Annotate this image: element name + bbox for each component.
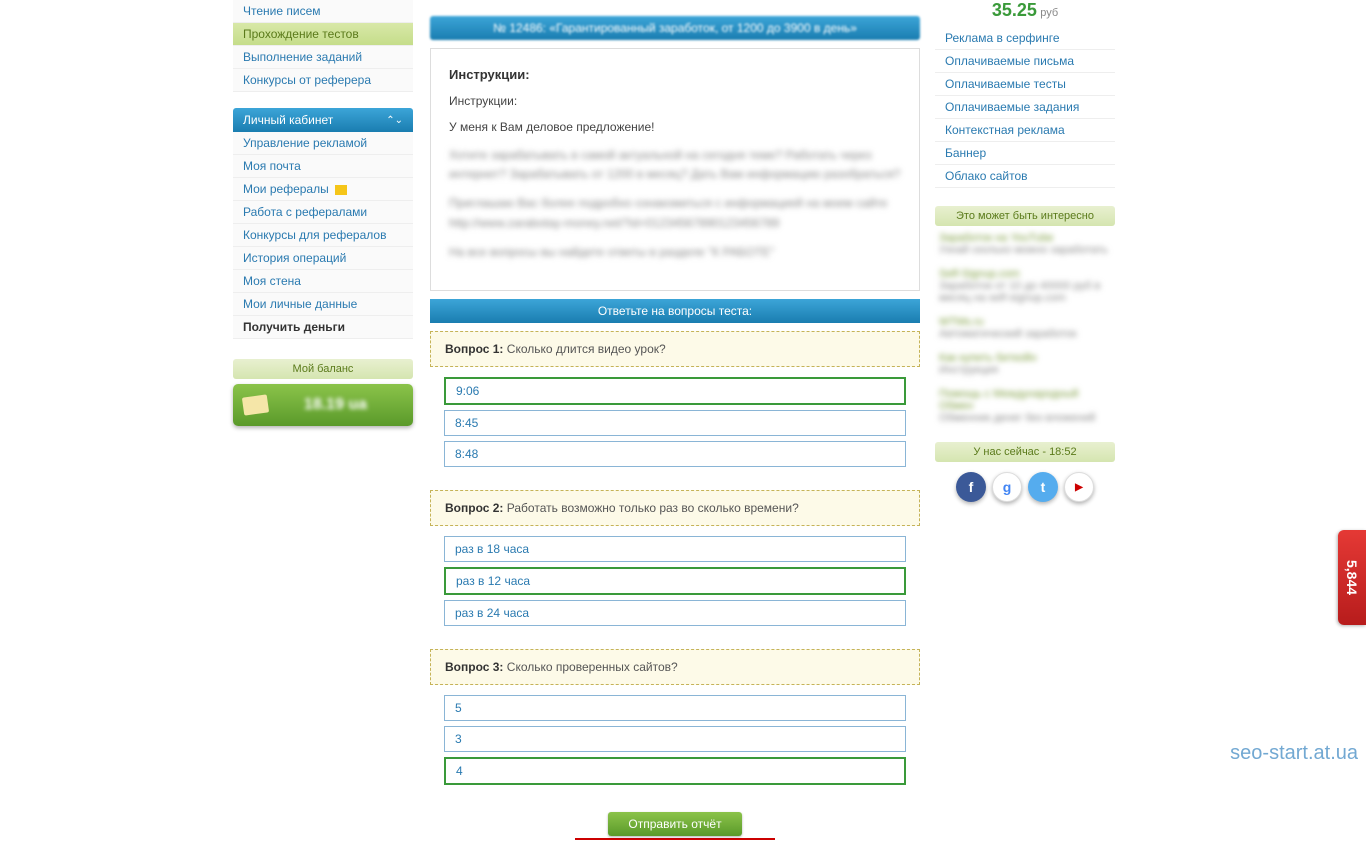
- referral-icon: [335, 185, 347, 195]
- panel-title: Личный кабинет: [243, 113, 333, 127]
- sidebar-item[interactable]: Оплачиваемые задания: [935, 96, 1115, 119]
- sidebar-item[interactable]: Прохождение тестов: [233, 23, 413, 46]
- balance-amount: 18.19 ua: [268, 396, 403, 414]
- chevron-icon: ⌃⌄: [386, 115, 403, 126]
- interest-item[interactable]: Как купить биткойнИнструкция: [935, 346, 1115, 382]
- sidebar-item[interactable]: Работа с рефералами: [233, 201, 413, 224]
- sidebar-item[interactable]: Реклама в серфинге: [935, 27, 1115, 50]
- answer-option[interactable]: раз в 24 часа: [444, 600, 906, 626]
- right-sidebar: 35.25 руб Реклама в серфингеОплачиваемые…: [935, 0, 1115, 502]
- watermark: seo-start.at.ua: [1230, 742, 1358, 765]
- google-icon[interactable]: [992, 472, 1022, 502]
- sidebar-item[interactable]: Конкурсы для рефералов: [233, 224, 413, 247]
- price-value: 35.25: [992, 0, 1037, 20]
- sidebar-item[interactable]: Выполнение заданий: [233, 46, 413, 69]
- sidebar-item[interactable]: Оплачиваемые тесты: [935, 73, 1115, 96]
- answer-option[interactable]: раз в 18 часа: [444, 536, 906, 562]
- interest-item[interactable]: Self-Signup.comЗаработок от 10 до 40000 …: [935, 262, 1115, 310]
- interest-item[interactable]: WTMs.ruАвтоматический заработок: [935, 310, 1115, 346]
- twitter-icon[interactable]: t: [1028, 472, 1058, 502]
- question-box: Вопрос 3: Сколько проверенных сайтов?: [430, 649, 920, 685]
- blurred-content: Хотите зарабатывать в самой актуальной н…: [449, 146, 901, 184]
- sidebar-item[interactable]: Моя почта: [233, 155, 413, 178]
- answers-group: 9:06 8:45 8:48: [430, 367, 920, 482]
- time-header: У нас сейчас - 18:52: [935, 442, 1115, 462]
- answer-option[interactable]: 8:48: [444, 441, 906, 467]
- answer-option[interactable]: 8:45: [444, 410, 906, 436]
- blurred-content: Приглашаю Вас более подробно ознакомитьс…: [449, 194, 901, 232]
- sidebar-item[interactable]: Чтение писем: [233, 0, 413, 23]
- answers-group: 5 3 4: [430, 685, 920, 800]
- answers-group: раз в 18 часа раз в 12 часа раз в 24 часа: [430, 526, 920, 641]
- sidebar-item[interactable]: Контекстная реклама: [935, 119, 1115, 142]
- test-questions-header: Ответьте на вопросы теста:: [430, 299, 920, 323]
- money-icon: [242, 394, 269, 415]
- answer-option[interactable]: 5: [444, 695, 906, 721]
- answer-option[interactable]: 3: [444, 726, 906, 752]
- instructions-text: У меня к Вам деловое предложение!: [449, 120, 901, 134]
- price-box: 35.25 руб: [935, 0, 1115, 27]
- main-content: № 12486: «Гарантированный заработок, от …: [430, 0, 920, 852]
- submit-button[interactable]: Отправить отчёт: [608, 812, 741, 836]
- balance-box[interactable]: 18.19 ua: [233, 384, 413, 426]
- youtube-icon[interactable]: [1064, 472, 1094, 502]
- sidebar-item[interactable]: Конкурсы от реферера: [233, 69, 413, 92]
- sidebar-item[interactable]: История операций: [233, 247, 413, 270]
- question-box: Вопрос 2: Работать возможно только раз в…: [430, 490, 920, 526]
- personal-cabinet-header[interactable]: Личный кабинет ⌃⌄: [233, 108, 413, 132]
- sidebar-item[interactable]: Мои рефералы: [233, 178, 413, 201]
- instructions-sub: Инструкции:: [449, 94, 901, 108]
- sidebar-item[interactable]: Облако сайтов: [935, 165, 1115, 188]
- counter-badge[interactable]: 5,844: [1338, 530, 1366, 625]
- answer-option[interactable]: 9:06: [444, 377, 906, 405]
- instructions-title: Инструкции:: [449, 67, 901, 82]
- red-underline: [575, 838, 775, 840]
- facebook-icon[interactable]: f: [956, 472, 986, 502]
- blurred-content: На все вопросы вы найдете ответы в разде…: [449, 243, 901, 262]
- sidebar-item[interactable]: Моя стена: [233, 270, 413, 293]
- answer-option[interactable]: 4: [444, 757, 906, 785]
- price-currency: руб: [1040, 7, 1058, 19]
- sidebar-item[interactable]: Управление рекламой: [233, 132, 413, 155]
- sidebar-item[interactable]: Оплачиваемые письма: [935, 50, 1115, 73]
- balance-label: Мой баланс: [233, 359, 413, 379]
- sidebar-item[interactable]: Баннер: [935, 142, 1115, 165]
- interest-item[interactable]: Помощь с Международный ОбменОбменник ден…: [935, 382, 1115, 430]
- interest-item[interactable]: Заработок на YouTubeУзнай сколько можно …: [935, 226, 1115, 262]
- instructions-panel: Инструкции: Инструкции: У меня к Вам дел…: [430, 48, 920, 291]
- answer-option[interactable]: раз в 12 часа: [444, 567, 906, 595]
- interest-header: Это может быть интересно: [935, 206, 1115, 226]
- sidebar-item[interactable]: Мои личные данные: [233, 293, 413, 316]
- question-box: Вопрос 1: Сколько длится видео урок?: [430, 331, 920, 367]
- test-title-header: № 12486: «Гарантированный заработок, от …: [430, 16, 920, 40]
- social-icons: f t: [935, 472, 1115, 502]
- left-sidebar: Чтение писемПрохождение тестовВыполнение…: [233, 0, 413, 426]
- sidebar-item[interactable]: Получить деньги: [233, 316, 413, 339]
